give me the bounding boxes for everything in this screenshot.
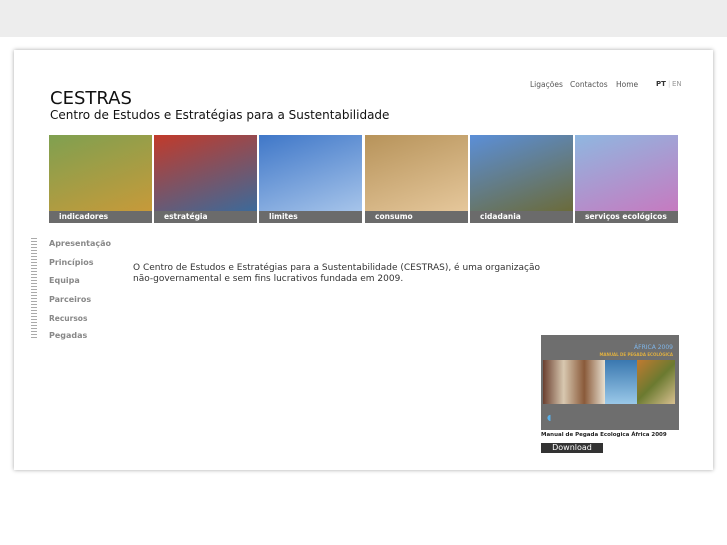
book-photo-people bbox=[543, 360, 605, 404]
tile-label: indicadores bbox=[49, 211, 152, 223]
nav-home[interactable]: Home bbox=[616, 80, 638, 89]
sidebar-item-recursos[interactable]: Recursos bbox=[49, 314, 87, 323]
top-bar bbox=[0, 0, 727, 37]
tile-image bbox=[575, 135, 678, 211]
sidebar-item-apresentacao[interactable]: Apresentação bbox=[49, 239, 111, 248]
download-button[interactable]: Download bbox=[541, 443, 603, 453]
tile-label: limites bbox=[259, 211, 362, 223]
site-title: CESTRAS bbox=[50, 88, 132, 109]
lang-en[interactable]: EN bbox=[672, 80, 682, 88]
tile-consumo[interactable]: consumo bbox=[365, 135, 468, 223]
book-cover-subtitle: MANUAL DE PEGADA ECOLÓGICA bbox=[599, 352, 673, 357]
lang-divider: | bbox=[668, 80, 671, 88]
nav-contactos[interactable]: Contactos bbox=[570, 80, 608, 89]
sidebar-item-principios[interactable]: Princípios bbox=[49, 258, 93, 267]
book-cover[interactable]: ÁFRICA 2009 MANUAL DE PEGADA ECOLÓGICA ◖ bbox=[541, 335, 679, 430]
nav-ligacoes[interactable]: Ligações bbox=[530, 80, 563, 89]
tile-limites[interactable]: limites bbox=[259, 135, 362, 223]
tile-estratégia[interactable]: estratégia bbox=[154, 135, 257, 223]
tile-image bbox=[154, 135, 257, 211]
tile-label: estratégia bbox=[154, 211, 257, 223]
tile-label: serviços ecológicos bbox=[575, 211, 678, 223]
sidebar-decoration bbox=[31, 238, 37, 340]
tile-label: consumo bbox=[365, 211, 468, 223]
book-cover-title: ÁFRICA 2009 bbox=[634, 344, 673, 351]
book-photo-water bbox=[605, 360, 637, 404]
tile-image bbox=[49, 135, 152, 211]
sidebar-item-equipa[interactable]: Equipa bbox=[49, 276, 80, 285]
tile-image bbox=[365, 135, 468, 211]
sidebar-item-pegadas[interactable]: Pegadas bbox=[49, 331, 87, 340]
tile-cidadania[interactable]: cidadania bbox=[470, 135, 573, 223]
tile-indicadores[interactable]: indicadores bbox=[49, 135, 152, 223]
lang-pt[interactable]: PT bbox=[656, 80, 666, 88]
tile-image bbox=[259, 135, 362, 211]
tile-label: cidadania bbox=[470, 211, 573, 223]
tile-serviços-ecológicos[interactable]: serviços ecológicos bbox=[575, 135, 678, 223]
site-subtitle: Centro de Estudos e Estratégias para a S… bbox=[50, 108, 390, 122]
book-caption: Manual de Pegada Ecologica África 2009 bbox=[541, 432, 667, 438]
tile-image bbox=[470, 135, 573, 211]
sidebar-item-parceiros[interactable]: Parceiros bbox=[49, 295, 91, 304]
book-photo-grains bbox=[637, 360, 675, 404]
logo-icon: ◖ bbox=[547, 413, 552, 422]
intro-text: O Centro de Estudos e Estratégias para a… bbox=[133, 263, 540, 284]
